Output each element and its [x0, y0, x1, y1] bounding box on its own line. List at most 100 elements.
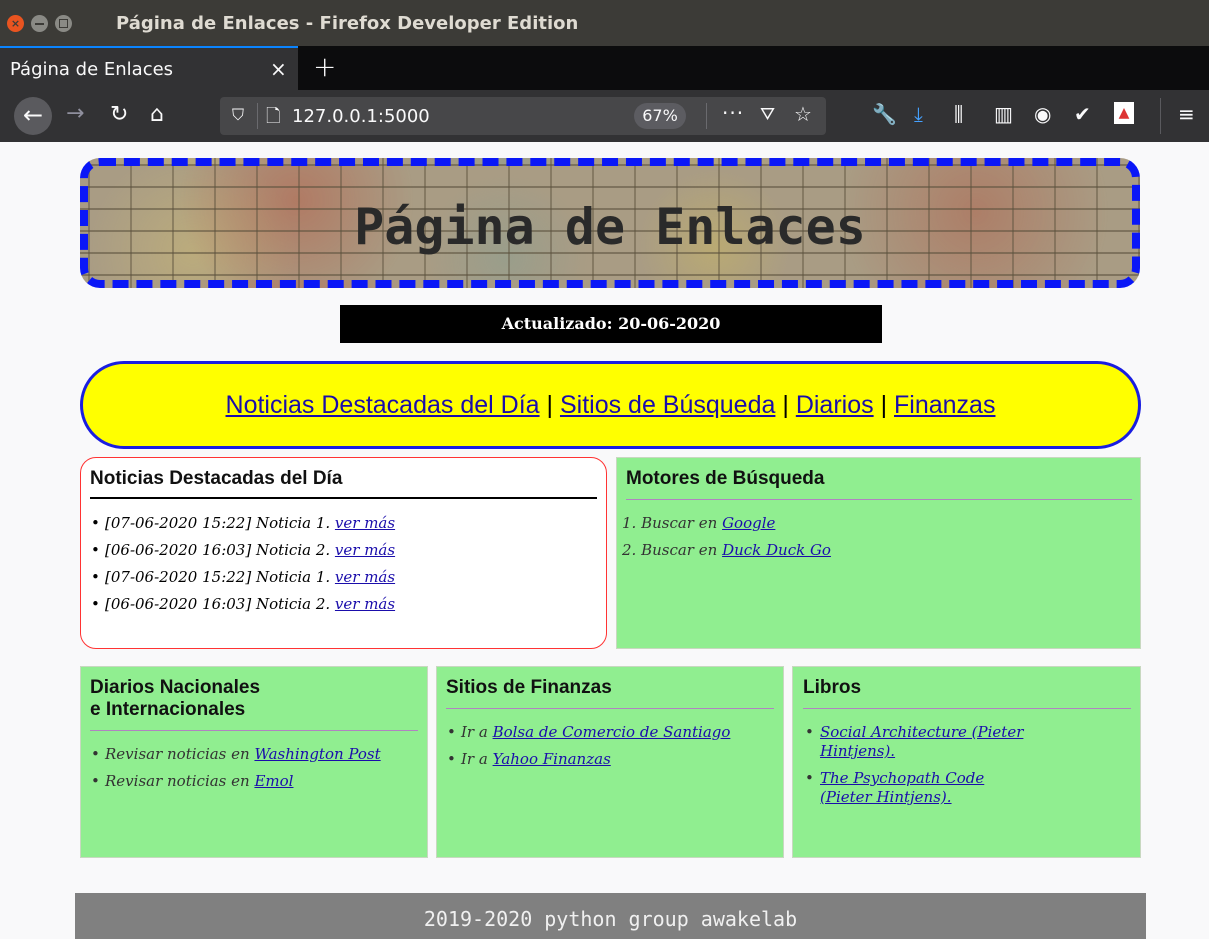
- home-button[interactable]: ⌂: [150, 102, 164, 127]
- search-text: 1. Buscar en: [622, 514, 723, 532]
- extension-flag-icon[interactable]: ▲: [1114, 102, 1134, 124]
- url-divider: [257, 103, 258, 129]
- nav-separator: |: [880, 391, 888, 419]
- finance-divider: [446, 708, 774, 709]
- list-item: Revisar noticias en Emol: [91, 772, 381, 799]
- header-banner: Página de Enlaces: [80, 158, 1140, 288]
- library-icon[interactable]: ⫼: [954, 102, 963, 126]
- emol-link[interactable]: Emol: [254, 772, 293, 790]
- finance-text: Ir a: [461, 750, 493, 768]
- finance-text: Ir a: [461, 723, 493, 741]
- zoom-level-badge[interactable]: 67%: [634, 103, 686, 129]
- google-link[interactable]: Google: [722, 514, 775, 532]
- list-item: 1. Buscar en Google: [622, 514, 831, 541]
- social-architecture-link[interactable]: Social Architecture (Pieter Hintjens).: [820, 723, 1023, 760]
- list-item: Social Architecture (Pieter Hintjens).: [805, 723, 1025, 761]
- url-text[interactable]: 127.0.0.1:5000: [292, 106, 430, 127]
- newspaper-text: Revisar noticias en: [105, 772, 255, 790]
- search-list: 1. Buscar en Google 2. Buscar en Duck Du…: [622, 514, 831, 568]
- finance-title: Sitios de Finanzas: [446, 677, 612, 698]
- newspaper-text: Revisar noticias en: [105, 745, 255, 763]
- toolbar-divider: [1160, 98, 1161, 134]
- list-item: [06-06-2020 16:03] Noticia 2. ver más: [91, 541, 395, 568]
- url-divider: [706, 103, 707, 129]
- window-close-icon[interactable]: ×: [7, 15, 24, 32]
- books-divider: [803, 708, 1131, 709]
- ver-mas-link[interactable]: ver más: [335, 568, 395, 586]
- download-icon[interactable]: ⤓: [914, 102, 923, 126]
- pocket-icon[interactable]: ⛛: [760, 104, 775, 125]
- news-text: [06-06-2020 16:03] Noticia 2.: [105, 595, 335, 613]
- list-item: The Psychopath Code (Pieter Hintjens).: [805, 769, 1025, 807]
- url-bar[interactable]: ⛉ 🗋 127.0.0.1:5000 67% ··· ⛛ ☆: [220, 97, 826, 135]
- window-titlebar: × Página de Enlaces - Firefox Developer …: [0, 0, 1209, 46]
- tab-strip: Página de Enlaces × +: [0, 46, 1209, 90]
- newspapers-list: Revisar noticias en Washington Post Revi…: [91, 745, 381, 799]
- news-title: Noticias Destacadas del Día: [90, 468, 343, 489]
- menu-icon[interactable]: ≡: [1178, 102, 1195, 126]
- account-icon[interactable]: ◉: [1034, 102, 1051, 126]
- new-tab-button[interactable]: +: [313, 50, 336, 83]
- reload-button[interactable]: ↻: [110, 102, 128, 127]
- window-maximize-icon[interactable]: [55, 15, 72, 32]
- news-divider: [90, 497, 597, 499]
- page-content: Página de Enlaces Actualizado: 20-06-202…: [0, 142, 1209, 939]
- list-item: Ir a Yahoo Finanzas: [447, 750, 730, 777]
- tab-pagina-de-enlaces[interactable]: Página de Enlaces ×: [0, 46, 298, 90]
- nav-separator: |: [546, 391, 554, 419]
- forward-button[interactable]: →: [66, 101, 84, 126]
- section-nav: Noticias Destacadas del Día | Sitios de …: [80, 361, 1141, 449]
- nav-separator: |: [782, 391, 789, 419]
- page-actions-icon[interactable]: ···: [722, 101, 744, 125]
- duckduckgo-link[interactable]: Duck Duck Go: [722, 541, 831, 559]
- news-text: [07-06-2020 15:22] Noticia 1.: [105, 568, 335, 586]
- ver-mas-link[interactable]: ver más: [335, 514, 395, 532]
- bolsa-santiago-link[interactable]: Bolsa de Comercio de Santiago: [493, 723, 731, 741]
- list-item: Ir a Bolsa de Comercio de Santiago: [447, 723, 730, 750]
- window-title: Página de Enlaces - Firefox Developer Ed…: [116, 13, 579, 34]
- yahoo-finanzas-link[interactable]: Yahoo Finanzas: [493, 750, 611, 768]
- banner-title: Página de Enlaces: [354, 198, 866, 256]
- nav-link-finanzas[interactable]: Finanzas: [894, 391, 995, 419]
- list-item: 2. Buscar en Duck Duck Go: [622, 541, 831, 568]
- page-info-icon[interactable]: 🗋: [266, 104, 280, 134]
- news-list: [07-06-2020 15:22] Noticia 1. ver más [0…: [91, 514, 395, 622]
- nav-link-busqueda[interactable]: Sitios de Búsqueda: [560, 391, 775, 419]
- newspapers-title-line2: e Internacionales: [90, 699, 246, 720]
- nav-link-diarios[interactable]: Diarios: [796, 391, 874, 419]
- ver-mas-link[interactable]: ver más: [335, 595, 395, 613]
- news-text: [06-06-2020 16:03] Noticia 2.: [105, 541, 335, 559]
- books-panel: Libros Social Architecture (Pieter Hintj…: [792, 666, 1141, 858]
- list-item: [07-06-2020 15:22] Noticia 1. ver más: [91, 568, 395, 595]
- tab-close-icon[interactable]: ×: [270, 57, 287, 81]
- list-item: Revisar noticias en Washington Post: [91, 745, 381, 772]
- newspapers-panel: Diarios Nacionalese Internacionales Revi…: [80, 666, 428, 858]
- finance-panel: Sitios de Finanzas Ir a Bolsa de Comerci…: [436, 666, 784, 858]
- search-engines-panel: Motores de Búsqueda 1. Buscar en Google …: [616, 457, 1141, 649]
- search-divider: [626, 499, 1132, 500]
- search-text: 2. Buscar en: [622, 541, 723, 559]
- psychopath-code-link[interactable]: The Psychopath Code (Pieter Hintjens).: [820, 769, 984, 806]
- books-title: Libros: [803, 677, 862, 698]
- books-list: Social Architecture (Pieter Hintjens). T…: [805, 723, 1025, 815]
- washington-post-link[interactable]: Washington Post: [254, 745, 380, 763]
- nav-link-noticias[interactable]: Noticias Destacadas del Día: [226, 391, 540, 419]
- list-item: [06-06-2020 16:03] Noticia 2. ver más: [91, 595, 395, 622]
- list-item: [07-06-2020 15:22] Noticia 1. ver más: [91, 514, 395, 541]
- bookmark-star-icon[interactable]: ☆: [794, 102, 812, 126]
- tracking-shield-icon[interactable]: ⛉: [232, 105, 244, 125]
- sidebar-icon[interactable]: ▥: [994, 102, 1013, 126]
- window-minimize-icon[interactable]: [31, 15, 48, 32]
- wrench-icon[interactable]: 🔧: [872, 102, 897, 126]
- back-button[interactable]: ←: [14, 97, 52, 135]
- tab-title: Página de Enlaces: [10, 59, 174, 80]
- newspapers-divider: [90, 730, 418, 731]
- news-panel: Noticias Destacadas del Día [07-06-2020 …: [80, 457, 607, 649]
- newspapers-title: Diarios Nacionales e Internacionales: [90, 677, 260, 721]
- ver-mas-link[interactable]: ver más: [335, 541, 395, 559]
- updated-date: Actualizado: 20-06-2020: [340, 305, 882, 343]
- search-title: Motores de Búsqueda: [626, 468, 825, 489]
- extension-check-icon[interactable]: ✔: [1074, 102, 1091, 126]
- page-footer: 2019-2020 python group awakelab: [75, 893, 1146, 939]
- newspapers-title-line1: Diarios Nacionales: [90, 677, 261, 698]
